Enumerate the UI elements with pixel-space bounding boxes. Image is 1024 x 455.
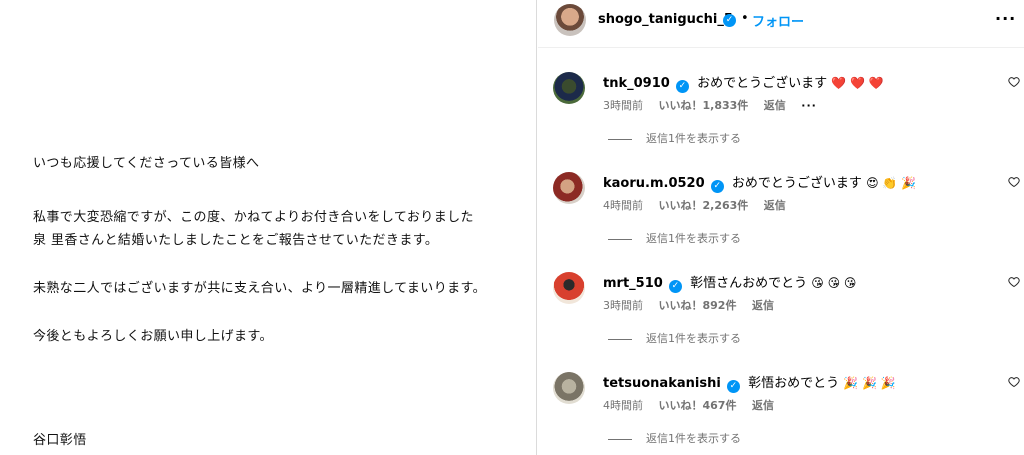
comment-emojis: 😍 👏 🎉 [866,176,917,190]
comment-time: 3時間前 [603,299,643,312]
comment-body: tetsuonakanishi ✓ 彰悟おめでとう 🎉 🎉 🎉 [603,372,896,393]
replies-divider [608,238,632,240]
heart-icon[interactable] [1008,276,1020,288]
comment-text: 彰悟さんおめでとう [690,276,808,291]
verified-badge-icon: ✓ [723,14,736,27]
comment-item: kaoru.m.0520 ✓ おめでとうございます 😍 👏 🎉 4時間前 いいね… [538,172,1024,272]
post-header: shogo_taniguchi_5 ✓ • フォロー ··· [538,0,1024,48]
comment-options-icon[interactable]: ··· [801,99,817,112]
comment-item: tnk_0910 ✓ おめでとうございます ❤️ ❤️ ❤️ 3時間前 いいね！… [538,72,1024,172]
commenter-username[interactable]: tnk_0910 [603,76,670,91]
commenter-username[interactable]: kaoru.m.0520 [603,176,705,191]
verified-badge-icon: ✓ [675,80,689,93]
more-options-icon[interactable]: ··· [995,9,1016,28]
reply-button[interactable]: 返信 [764,199,786,212]
verified-badge-icon: ✓ [710,180,724,193]
reply-button[interactable]: 返信 [752,399,774,412]
comment-body: mrt_510 ✓ 彰悟さんおめでとう 😘 😘 😘 [603,272,856,293]
comment-time: 4時間前 [603,199,643,212]
comment-emojis: 🎉 🎉 🎉 [843,376,896,390]
comment-item: mrt_510 ✓ 彰悟さんおめでとう 😘 😘 😘 3時間前 いいね！892件 … [538,272,1024,372]
heart-icon[interactable] [1008,76,1020,88]
commenter-username[interactable]: mrt_510 [603,276,663,291]
comment-emojis: 😘 😘 😘 [811,276,857,290]
commenter-username[interactable]: tetsuonakanishi [603,376,721,391]
comment-text: 彰悟おめでとう [748,376,840,391]
comment-likes[interactable]: いいね！467件 [659,399,737,412]
verified-badge-icon: ✓ [668,280,682,293]
view-replies-button[interactable]: 返信1件を表示する [608,330,741,346]
comment-meta: 3時間前 いいね！892件 返信 [603,297,786,313]
view-replies-label: 返信1件を表示する [646,232,741,245]
letter-line: 私事で大変恐縮ですが、この度、かねてよりお付き合いをしておりました [33,210,474,225]
comment-text: おめでとうございます [731,176,862,191]
replies-divider [608,338,632,340]
comment-likes[interactable]: いいね！1,833件 [659,99,749,112]
reply-button[interactable]: 返信 [764,99,786,112]
commenter-avatar[interactable] [553,372,585,404]
follow-button[interactable]: フォロー [752,11,804,30]
view-replies-button[interactable]: 返信1件を表示する [608,430,741,446]
view-replies-label: 返信1件を表示する [646,332,741,345]
comment-text: おめでとうございます [697,76,828,91]
comment-time: 3時間前 [603,99,643,112]
view-replies-label: 返信1件を表示する [646,132,741,145]
comment-meta: 4時間前 いいね！2,263件 返信 [603,197,798,213]
comment-meta: 3時間前 いいね！1,833件 返信 ··· [603,97,829,113]
letter-line: 未熟な二人ではございますが共に支え合い、より一層精進してまいります。 [33,281,487,296]
commenter-avatar[interactable] [553,272,585,304]
post-image-letter: いつも応援してくださっている皆様へ 私事で大変恐縮ですが、この度、かねてよりお付… [0,0,537,455]
comment-body: kaoru.m.0520 ✓ おめでとうございます 😍 👏 🎉 [603,172,916,193]
separator-dot: • [741,11,749,26]
letter-line: 泉 里香さんと結婚いたしましたことをご報告させていただきます。 [33,233,439,248]
comment-body: tnk_0910 ✓ おめでとうございます ❤️ ❤️ ❤️ [603,72,884,93]
replies-divider [608,438,632,440]
commenter-avatar[interactable] [553,172,585,204]
comment-meta: 4時間前 いいね！467件 返信 [603,397,786,413]
post-side-panel: shogo_taniguchi_5 ✓ • フォロー ··· tnk_0910 … [538,0,1024,455]
author-avatar[interactable] [554,4,586,36]
letter-closing: 今後ともよろしくお願い申し上げます。 [33,329,273,344]
replies-divider [608,138,632,140]
comment-time: 4時間前 [603,399,643,412]
heart-icon[interactable] [1008,176,1020,188]
reply-button[interactable]: 返信 [752,299,774,312]
heart-icon[interactable] [1008,376,1020,388]
commenter-avatar[interactable] [553,72,585,104]
comment-likes[interactable]: いいね！2,263件 [659,199,749,212]
author-username[interactable]: shogo_taniguchi_5 [598,12,733,27]
letter-greeting: いつも応援してくださっている皆様へ [33,156,260,171]
verified-badge-icon: ✓ [726,380,740,393]
view-replies-button[interactable]: 返信1件を表示する [608,130,741,146]
view-replies-button[interactable]: 返信1件を表示する [608,230,741,246]
letter-signature: 谷口彰悟 [33,433,87,448]
comment-emojis: ❤️ ❤️ ❤️ [831,76,884,90]
comment-item: tetsuonakanishi ✓ 彰悟おめでとう 🎉 🎉 🎉 4時間前 いいね… [538,372,1024,455]
comment-likes[interactable]: いいね！892件 [659,299,737,312]
view-replies-label: 返信1件を表示する [646,432,741,445]
